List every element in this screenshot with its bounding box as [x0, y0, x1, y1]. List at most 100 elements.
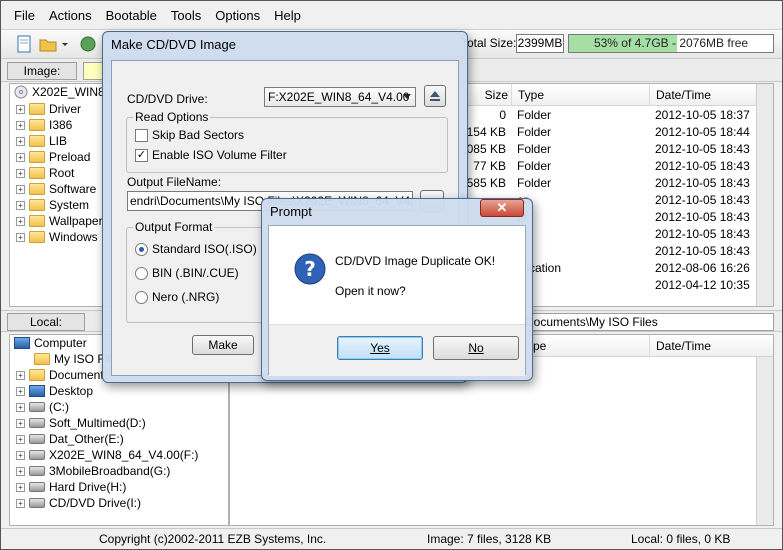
status-image: Image: 7 files, 3128 KB [427, 532, 552, 546]
eject-icon [430, 91, 440, 101]
iso-filter-label: Enable ISO Volume Filter [152, 148, 287, 162]
col-type[interactable]: Type [511, 84, 651, 106]
menu-bootable[interactable]: Bootable [99, 8, 164, 23]
cell-date: 2012-10-05 18:43 [655, 159, 750, 173]
col-size[interactable]: Size [470, 84, 512, 106]
tree-item-wallpaper[interactable]: + Wallpaper [16, 213, 103, 229]
menu-bar: File Actions Bootable Tools Options Help [1, 1, 782, 29]
format-iso-radio[interactable] [135, 243, 148, 257]
computer-icon [14, 337, 30, 349]
expand-icon[interactable]: + [16, 498, 25, 508]
cell-date: 2012-10-05 18:43 [655, 210, 750, 224]
tree-item-my-iso-files[interactable]: My ISO Fil [34, 351, 110, 367]
cd-icon [14, 85, 28, 99]
no-button[interactable]: No [433, 336, 519, 360]
cell-type: er [517, 243, 647, 260]
tree-item-windows[interactable]: + Windows [16, 229, 98, 245]
format-iso-row[interactable]: Standard ISO(.ISO) [135, 242, 257, 257]
expand-icon[interactable]: + [16, 120, 25, 130]
tree-item-software[interactable]: + Software [16, 181, 96, 197]
expand-icon[interactable]: + [16, 184, 25, 194]
iso-filter-checkbox[interactable]: ✓ [135, 149, 148, 163]
tree-item-desktop[interactable]: + Desktop [16, 383, 93, 399]
expand-icon[interactable]: + [16, 136, 25, 146]
tree-item-driver[interactable]: + Driver [16, 101, 81, 117]
col-type[interactable]: pe [526, 335, 646, 357]
expand-icon[interactable]: + [16, 168, 25, 178]
tree-item-d[interactable]: + Soft_Multimed(D:) [16, 415, 146, 431]
dropdown-arrow-icon[interactable] [61, 35, 69, 53]
expand-icon[interactable]: + [16, 466, 25, 476]
tree-item-label: Desktop [49, 384, 94, 398]
iso-filter-row[interactable]: ✓ Enable ISO Volume Filter [135, 148, 287, 163]
menu-options[interactable]: Options [208, 8, 267, 23]
tree-item-g[interactable]: +3MobileBroadband(G:) [16, 463, 170, 479]
capacity-bar[interactable]: 53% of 4.7GB - 2076MB free [568, 34, 774, 53]
tree-item-h[interactable]: + Hard Drive(H:) [16, 479, 126, 495]
cd-drive-icon [29, 466, 45, 476]
expand-icon[interactable]: + [16, 232, 25, 242]
desktop-icon [29, 385, 45, 397]
tree-item-lib[interactable]: + LIB [16, 133, 67, 149]
tree-item-computer[interactable]: Computer [14, 335, 87, 351]
expand-icon[interactable]: + [16, 152, 25, 162]
format-bin-radio[interactable] [135, 267, 148, 281]
cell-type: Folder [517, 159, 552, 173]
tree-item-preload[interactable]: + Preload [16, 149, 90, 165]
vertical-scrollbar[interactable] [756, 357, 773, 525]
expand-icon[interactable]: + [16, 418, 25, 428]
expand-icon[interactable]: + [16, 450, 25, 460]
tree-item-root[interactable]: + Root [16, 165, 74, 181]
tree-item-label: Document [49, 368, 104, 382]
open-folder-icon[interactable] [39, 35, 57, 53]
format-nrg-row[interactable]: Nero (.NRG) [135, 290, 219, 305]
cell-type: er [517, 209, 647, 226]
tree-item-documents[interactable]: + Document [16, 367, 104, 383]
cell-date: 2012-10-05 18:43 [655, 176, 750, 190]
image-label: Image: [7, 62, 77, 80]
tree-item-system[interactable]: + System [16, 197, 89, 213]
local-path-input[interactable]: Documents\My ISO Files [521, 313, 774, 331]
menu-file[interactable]: File [7, 8, 42, 23]
eject-button[interactable] [424, 85, 446, 107]
cell-type: Folder [517, 142, 552, 156]
cell-date: 2012-10-05 18:43 [655, 227, 750, 241]
expand-icon[interactable]: + [16, 216, 25, 226]
tree-root[interactable]: X202E_WIN8 [14, 84, 105, 100]
expand-icon[interactable]: + [16, 104, 25, 114]
format-bin-row[interactable]: BIN (.BIN/.CUE) [135, 266, 239, 281]
cell-type: Folder [517, 125, 552, 139]
drive-select[interactable]: F:X202E_WIN8_64_V4.00 [264, 87, 416, 107]
folder-icon [29, 183, 45, 195]
expand-icon[interactable]: + [16, 482, 25, 492]
col-datetime[interactable]: Date/Time [649, 335, 759, 357]
skip-bad-sectors-checkbox[interactable] [135, 129, 148, 143]
menu-tools[interactable]: Tools [164, 8, 208, 23]
tree-item-c[interactable]: + (C:) [16, 399, 69, 415]
yes-button[interactable]: Yes [337, 336, 423, 360]
expand-icon[interactable]: + [16, 200, 25, 210]
expand-icon[interactable]: + [16, 370, 25, 380]
skip-bad-sectors-row[interactable]: Skip Bad Sectors [135, 128, 244, 143]
vertical-scrollbar[interactable] [756, 84, 773, 306]
tree-item-e[interactable]: + Dat_Other(E:) [16, 431, 124, 447]
cell-date: 2012-10-05 18:44 [655, 125, 750, 139]
tree-item-f[interactable]: + X202E_WIN8_64_V4.00(F:) [16, 447, 198, 463]
drive-select-value: F:X202E_WIN8_64_V4.00 [268, 90, 410, 104]
cell-type: plication [517, 261, 562, 275]
tree-item-i386[interactable]: + I386 [16, 117, 72, 133]
menu-help[interactable]: Help [267, 8, 308, 23]
col-datetime[interactable]: Date/Time [649, 84, 759, 106]
menu-actions[interactable]: Actions [42, 8, 99, 23]
close-button[interactable]: ✕ [480, 199, 524, 217]
expand-icon[interactable]: + [16, 386, 25, 396]
tree-item-label: I386 [49, 118, 73, 132]
expand-icon[interactable]: + [16, 434, 25, 444]
extract-icon[interactable] [79, 35, 97, 53]
make-button[interactable]: Make [192, 335, 254, 355]
tree-item-label: Hard Drive(H:) [49, 480, 127, 494]
new-file-icon[interactable] [15, 35, 33, 53]
tree-item-i[interactable]: + CD/DVD Drive(I:) [16, 495, 141, 511]
format-nrg-radio[interactable] [135, 291, 148, 305]
expand-icon[interactable]: + [16, 402, 25, 412]
